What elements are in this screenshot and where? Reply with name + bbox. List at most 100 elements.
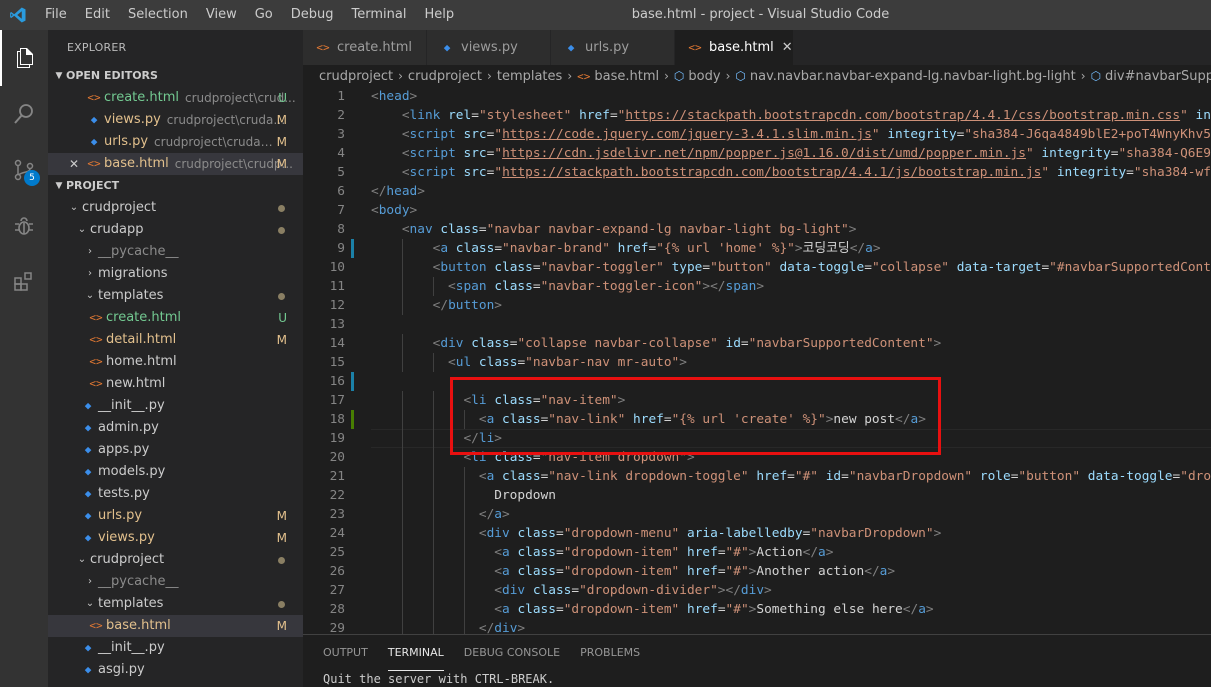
source-control-activity-button[interactable]: 5 [0,142,48,198]
code-line[interactable]: 19 </li> [303,429,1211,448]
menu-terminal[interactable]: Terminal [343,0,416,30]
tree-file[interactable]: ◆ admin.py [48,417,303,439]
menu-help[interactable]: Help [415,0,463,30]
tree-file[interactable]: <> detail.html M [48,329,303,351]
project-header[interactable]: ▼ PROJECT [48,175,303,197]
git-gutter-indicator[interactable] [351,239,354,258]
code-editor[interactable]: 1 <head> 2 <link rel="stylesheet" href="ht… [303,87,1211,634]
tree-folder[interactable]: ⌄ crudproject [48,549,303,571]
open-editor-item[interactable]: ◆ views.py crudproject\crudapp M [48,109,303,131]
tree-folder[interactable]: › migrations [48,263,303,285]
terminal-output[interactable]: Quit the server with CTRL-BREAK. [303,671,1211,687]
breadcrumb-item[interactable]: div#navbarSupportedCon [1105,69,1211,84]
code-line[interactable]: 9 <a class="navbar-brand" href="{% url '… [303,239,1211,258]
code-line[interactable]: 8 <nav class="navbar navbar-expand-lg na… [303,220,1211,239]
tab-create-html[interactable]: <> create.html [303,30,427,65]
panel-tab-terminal[interactable]: TERMINAL [387,635,444,671]
code-line[interactable]: 22 Dropdown [303,486,1211,505]
code-line[interactable]: 18 <a class="nav-link" href="{% url 'cre… [303,410,1211,429]
code-line[interactable]: 7 <body> [303,201,1211,220]
breadcrumb-item[interactable]: nav.navbar.navbar-expand-lg.navbar-light… [750,69,1076,84]
tree-folder[interactable]: ⌄ templates [48,285,303,307]
tab-views-py[interactable]: ◆ views.py [427,30,551,65]
tree-folder[interactable]: ⌄ templates [48,593,303,615]
open-editors-header[interactable]: ▼ OPEN EDITORS [48,65,303,87]
tree-file[interactable]: ◆ asgi.py [48,659,303,681]
code-line[interactable]: 5 <script src="https://stackpath.bootstr… [303,163,1211,182]
open-editor-item-active[interactable]: ✕ <> base.html crudproject\crudp... M [48,153,303,175]
code-line[interactable]: 6 </head> [303,182,1211,201]
open-editor-item[interactable]: <> create.html crudproject\crud... U [48,87,303,109]
panel-tab-problems[interactable]: PROBLEMS [580,635,640,671]
code-line[interactable]: 23 </a> [303,505,1211,524]
tab-urls-py[interactable]: ◆ urls.py [551,30,675,65]
menu-edit[interactable]: Edit [76,0,119,30]
code-line[interactable]: 11 <span class="navbar-toggler-icon"></s… [303,277,1211,296]
tree-folder[interactable]: ⌄ crudapp [48,219,303,241]
close-icon[interactable]: ✕ [782,40,793,55]
breadcrumb-item[interactable]: crudproject [319,69,393,84]
code-line[interactable]: 25 <a class="dropdown-item" href="#">Act… [303,543,1211,562]
extensions-activity-button[interactable] [0,254,48,310]
code-line[interactable]: 29 </div> [303,619,1211,634]
menu-go[interactable]: Go [246,0,282,30]
code-line[interactable]: 15 <ul class="navbar-nav mr-auto"> [303,353,1211,372]
line-number: 12 [329,298,345,313]
explorer-activity-button[interactable] [0,30,48,86]
close-icon[interactable]: ✕ [66,153,82,175]
code-line[interactable]: 14 <div class="collapse navbar-collapse"… [303,334,1211,353]
code-line[interactable]: 17 <li class="nav-item"> [303,391,1211,410]
code-line[interactable]: 20 <li class="nav-item dropdown"> [303,448,1211,467]
tree-file-selected[interactable]: <> base.html M [48,615,303,637]
code-line[interactable]: 24 <div class="dropdown-menu" aria-label… [303,524,1211,543]
tree-file[interactable]: ◆ __init__.py [48,637,303,659]
code-text: <a class="nav-link" href="{% url 'create… [478,412,926,427]
tree-file[interactable]: ◆ views.py M [48,527,303,549]
breadcrumb: crudproject › crudproject › templates › … [303,65,1211,87]
code-line[interactable]: 16 [303,372,1211,391]
tree-file[interactable]: ◆ apps.py [48,439,303,461]
panel-tab-output[interactable]: OUTPUT [323,635,368,671]
menu-view[interactable]: View [197,0,246,30]
code-line[interactable]: 12 </button> [303,296,1211,315]
git-gutter-indicator[interactable] [351,372,354,391]
breadcrumb-item[interactable]: body [688,69,720,84]
tree-label: admin.py [98,420,159,435]
tab-base-html[interactable]: <> base.html ✕ [675,30,794,65]
tree-file[interactable]: ◆ tests.py [48,483,303,505]
code-line[interactable]: 1 <head> [303,87,1211,106]
code-line[interactable]: 27 <div class="dropdown-divider"></div> [303,581,1211,600]
breadcrumb-item[interactable]: crudproject [408,69,482,84]
git-gutter-indicator[interactable] [351,410,354,429]
search-activity-button[interactable] [0,86,48,142]
open-editor-item[interactable]: ◆ urls.py crudproject\crudapp M [48,131,303,153]
code-line[interactable]: 10 <button class="navbar-toggler" type="… [303,258,1211,277]
breadcrumb-item[interactable]: base.html [594,69,659,84]
menu-selection[interactable]: Selection [119,0,197,30]
code-line[interactable]: 21 <a class="nav-link dropdown-toggle" h… [303,467,1211,486]
code-line[interactable]: 3 <script src="https://code.jquery.com/j… [303,125,1211,144]
panel-tab-debug-console[interactable]: DEBUG CONSOLE [464,635,560,671]
code-text: <ul class="navbar-nav mr-auto"> [448,355,687,370]
debug-activity-button[interactable] [0,198,48,254]
code-line[interactable]: 26 <a class="dropdown-item" href="#">Ano… [303,562,1211,581]
tree-file[interactable]: <> new.html [48,373,303,395]
menu-debug[interactable]: Debug [282,0,343,30]
chevron-down-icon: ▼ [55,181,63,191]
code-line[interactable]: 28 <a class="dropdown-item" href="#">Som… [303,600,1211,619]
menu-file[interactable]: File [36,0,76,30]
code-line[interactable]: 4 <script src="https://cdn.jsdelivr.net/… [303,144,1211,163]
tree-file[interactable]: ◆ urls.py M [48,505,303,527]
tree-folder[interactable]: › __pycache__ [48,571,303,593]
explorer-sidebar: EXPLORER ▼ OPEN EDITORS <> create.html c… [48,30,303,687]
code-line[interactable]: 13 [303,315,1211,334]
tree-file[interactable]: <> create.html U [48,307,303,329]
code-line[interactable]: 2 <link rel="stylesheet" href="https://s… [303,106,1211,125]
tree-folder[interactable]: ⌄ crudproject [48,197,303,219]
open-editor-label: base.html [104,156,169,171]
breadcrumb-item[interactable]: templates [497,69,562,84]
tree-file[interactable]: ◆ models.py [48,461,303,483]
tree-folder[interactable]: › __pycache__ [48,241,303,263]
tree-file[interactable]: <> home.html [48,351,303,373]
tree-file[interactable]: ◆ __init__.py [48,395,303,417]
